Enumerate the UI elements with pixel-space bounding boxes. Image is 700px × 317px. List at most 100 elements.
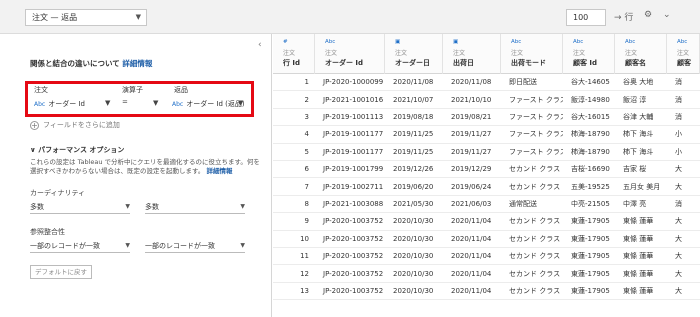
add-field-button[interactable]: + フィールドをさらに追加: [30, 120, 120, 130]
string-type-icon: Abc: [625, 39, 636, 45]
table-cell: 五月女 美月: [623, 182, 661, 191]
table-row[interactable]: 3 JP-2019-1001113 2019/08/18 2019/08/21 ファース…: [273, 109, 700, 127]
join-right-field[interactable]: Abc オーダー Id (返品): [172, 99, 245, 109]
table-cell: 大: [675, 165, 682, 174]
column-header[interactable]: ▣ 注文 オーダー日: [385, 34, 443, 74]
table-cell: JP-2019-1001799: [323, 165, 384, 174]
column-header[interactable]: Abc 注文 顧客: [667, 34, 700, 74]
table-row[interactable]: 9 JP-2020-1003752 2020/10/30 2020/11/04 セカンド…: [273, 213, 700, 231]
column-header[interactable]: Abc 注文 顧客 Id: [563, 34, 615, 74]
table-cell: 2020/11/04: [451, 217, 492, 226]
table-row[interactable]: 11 JP-2020-1003752 2020/10/30 2020/11/04 セカン…: [273, 248, 700, 266]
table-cell: 東條 蓮華: [623, 234, 654, 243]
column-name: オーダー Id: [325, 59, 364, 67]
column-name: オーダー日: [395, 59, 430, 67]
table-cell: JP-2020-1000099: [323, 78, 384, 87]
integrity-left-select[interactable]: 一部のレコードが一致 ▼: [30, 241, 130, 253]
table-selector[interactable]: 注文 — 返品 ▼: [25, 9, 147, 26]
column-header[interactable]: Abc 注文 オーダー Id: [315, 34, 385, 74]
table-cell: 吉家 桜: [623, 165, 647, 174]
join-left-field[interactable]: Abc オーダー Id: [34, 99, 85, 109]
table-row[interactable]: 13 JP-2020-1003752 2020/10/30 2020/11/04 セカン…: [273, 283, 700, 301]
cardinality-left-select[interactable]: 多数 ▼: [30, 202, 130, 214]
table-cell: 東條 蓮華: [623, 269, 654, 278]
chevron-down-icon: ∨: [30, 146, 39, 154]
table-row[interactable]: 1 JP-2020-1000099 2020/11/08 2020/11/08 即日配送…: [273, 74, 700, 92]
table-row[interactable]: 2 JP-2021-1001016 2021/10/07 2021/10/10 ファース…: [273, 91, 700, 109]
table-cell: ファースト クラス: [509, 147, 563, 156]
table-cell: 12: [300, 269, 309, 278]
table-cell: 飯沼 淳: [623, 95, 647, 104]
table-cell: 東蓮-17905: [571, 217, 610, 226]
table-cell: 2019/06/24: [451, 182, 492, 191]
table-row[interactable]: 7 JP-2019-1002711 2019/06/20 2019/06/24 セカンド…: [273, 178, 700, 196]
chevron-down-icon[interactable]: ▼: [105, 99, 110, 107]
integrity-right-select[interactable]: 一部のレコードが一致 ▼: [145, 241, 245, 253]
chevron-down-icon: ▼: [135, 13, 141, 21]
table-cell: 谷奥 大地: [623, 78, 654, 87]
table-cell: 飯淳-14980: [571, 95, 610, 104]
column-header[interactable]: ▣ 注文 出荷日: [443, 34, 501, 74]
column-name: 顧客: [677, 59, 691, 67]
table-cell: JP-2019-1002711: [323, 182, 384, 191]
table-cell: 8: [304, 199, 309, 208]
table-row[interactable]: 10 JP-2020-1003752 2020/10/30 2020/11/04 セカン…: [273, 231, 700, 248]
table-cell: 5: [304, 147, 309, 156]
help-line: 関係と結合の違いについて 詳細情報: [30, 58, 152, 69]
chevron-down-icon: ▼: [125, 203, 130, 210]
rows-arrow-icon[interactable]: → 行: [614, 10, 633, 23]
table-row[interactable]: 12 JP-2020-1003752 2020/10/30 2020/11/04 セカン…: [273, 265, 700, 283]
table-cell: 東蓮-17905: [571, 234, 610, 243]
table-cell: 五美-19525: [571, 182, 610, 191]
table-cell: JP-2020-1003752: [323, 286, 384, 295]
string-type-icon: Abc: [172, 100, 184, 108]
table-cell: JP-2021-1001016: [323, 95, 384, 104]
column-header[interactable]: Abc 注文 出荷モード: [501, 34, 563, 74]
table-cell: 2019/11/25: [393, 130, 434, 139]
join-operator[interactable]: =: [122, 98, 128, 106]
chevron-down-icon[interactable]: ▼: [153, 99, 158, 107]
table-cell: 2020/10/30: [393, 234, 434, 243]
table-cell: 2021/10/10: [451, 95, 492, 104]
grid-header: # 注文行 Id Abc 注文 オーダー Id ▣ 注文 オーダー日 ▣ 注文 出荷日 Abc 注文 出荷…: [273, 34, 700, 74]
column-header[interactable]: Abc 注文 顧客名: [615, 34, 667, 74]
table-cell: 柿下 海斗: [623, 130, 654, 139]
rows-count-input[interactable]: 100: [566, 9, 606, 26]
table-row[interactable]: 5 JP-2019-1001177 2019/11/25 2019/11/27 ファース…: [273, 144, 700, 161]
column-header[interactable]: # 注文行 Id: [273, 34, 315, 74]
table-row[interactable]: 4 JP-2019-1001177 2019/11/25 2019/11/27 ファース…: [273, 126, 700, 144]
table-cell: 中亮-21505: [571, 199, 610, 208]
table-cell: 2020/11/08: [451, 78, 492, 87]
table-cell: 東條 蓮華: [623, 252, 654, 261]
table-row[interactable]: 8 JP-2021-1003088 2021/05/30 2021/06/03 通常配送…: [273, 196, 700, 214]
cardinality-right-select[interactable]: 多数 ▼: [145, 202, 245, 214]
chevron-down-icon[interactable]: ▼: [238, 99, 243, 107]
table-cell: 2020/10/30: [393, 286, 434, 295]
perf-options-header[interactable]: ∨ パフォーマンス オプション: [30, 145, 124, 155]
table-cell: JP-2020-1003752: [323, 234, 384, 243]
string-type-icon: Abc: [573, 39, 584, 45]
join-col-right-header: 返品: [174, 86, 188, 94]
integrity-label: 参照整合性: [30, 228, 65, 236]
help-link[interactable]: 詳細情報: [122, 59, 152, 68]
perf-help-link[interactable]: 詳細情報: [206, 167, 232, 175]
date-type-icon: ▣: [453, 39, 459, 45]
table-row[interactable]: 6 JP-2019-1001799 2019/12/26 2019/12/29 セカンド…: [273, 161, 700, 179]
table-cell: セカンド クラス: [509, 182, 561, 191]
table-cell: 柿下 海斗: [623, 147, 654, 156]
reset-defaults-button[interactable]: デフォルトに戻す: [30, 265, 92, 279]
column-source: 注文: [325, 50, 338, 57]
table-cell: 柿海-18790: [571, 130, 610, 139]
collapse-icon[interactable]: ‹: [258, 40, 262, 50]
table-cell: JP-2020-1003752: [323, 217, 384, 226]
table-cell: 2020/10/30: [393, 252, 434, 261]
table-cell: ファースト クラス: [509, 112, 563, 121]
cardinality-right-value: 多数: [145, 203, 159, 211]
chevron-down-icon[interactable]: ⌄: [663, 10, 671, 20]
help-text: 関係と結合の違いについて: [30, 59, 120, 68]
gear-icon[interactable]: ⚙: [644, 10, 652, 20]
table-cell: 3: [304, 112, 309, 121]
table-cell: 6: [304, 165, 309, 174]
table-cell: 10: [300, 234, 309, 243]
column-source: 注文: [573, 50, 586, 57]
